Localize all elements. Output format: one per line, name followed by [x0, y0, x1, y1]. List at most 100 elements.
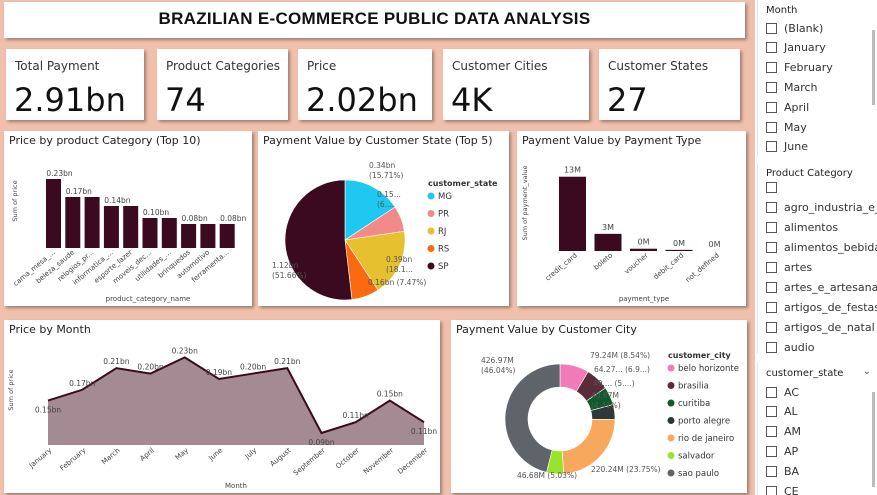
month-option[interactable]: June — [766, 139, 808, 155]
kpi-value: 74 — [165, 81, 206, 119]
checkbox[interactable] — [766, 386, 777, 398]
state-option[interactable]: AP — [766, 443, 798, 459]
category-option[interactable]: audio — [766, 339, 814, 355]
checkbox[interactable] — [766, 281, 777, 293]
checkbox[interactable] — [766, 201, 777, 213]
bar — [594, 233, 622, 251]
data-label: 0M — [673, 239, 685, 248]
tick-label: December — [396, 446, 429, 476]
tick-label: February — [59, 446, 88, 472]
category-option[interactable]: artes_e_artesanato — [766, 279, 877, 295]
checkbox[interactable] — [766, 22, 777, 34]
kpi-label: Price — [307, 59, 337, 73]
checkbox[interactable] — [766, 341, 777, 353]
state-option[interactable]: AL — [766, 404, 798, 420]
chart-price-by-month[interactable]: Price by Month 0.15bn January 0.17bn Februa… — [4, 320, 440, 493]
area-chart-svg: 0.15bn January 0.17bn February 0.21bn March 0.… — [7, 346, 437, 490]
category-option[interactable] — [766, 179, 784, 195]
category-option[interactable]: agro_industria_e_... — [766, 199, 877, 215]
slicer-scrollbar[interactable] — [872, 392, 875, 487]
chart-payment-by-city[interactable]: Payment Value by Customer City 79.24M (8… — [451, 320, 747, 493]
data-label: 0.11bn — [411, 427, 437, 436]
data-label: 1.12bn — [272, 261, 298, 270]
state-option[interactable]: CE — [766, 483, 799, 495]
slicer-item-label: AL — [784, 405, 798, 419]
category-option[interactable]: artigos_de_festas — [766, 299, 877, 315]
bar — [84, 197, 100, 248]
legend-marker — [427, 227, 435, 235]
data-label: (18.1... — [386, 265, 413, 274]
checkbox[interactable] — [766, 485, 777, 495]
checkbox[interactable] — [766, 62, 777, 74]
data-label: 0.08bn — [181, 214, 207, 223]
category-option[interactable]: artes — [766, 259, 812, 275]
checkbox[interactable] — [766, 141, 777, 153]
chart-payment-by-type[interactable]: Payment Value by Payment Type 13M credit_… — [517, 131, 746, 306]
legend-label: rio de janeiro — [678, 434, 734, 444]
checkbox[interactable] — [766, 42, 777, 54]
kpi-customer-states[interactable]: Customer States 27 — [599, 49, 740, 120]
chart-payment-by-state[interactable]: Payment Value by Customer State (Top 5) … — [258, 131, 509, 306]
month-slicer[interactable]: Month (Blank) January February March April Ma… — [757, 0, 877, 157]
slicer-item-label: April — [784, 100, 810, 114]
data-label: 0.15... — [377, 190, 401, 199]
data-label: 0.10bn — [143, 208, 169, 217]
data-label: 0.21bn — [103, 357, 129, 366]
month-option[interactable]: January — [766, 40, 826, 56]
month-option[interactable]: (Blank) — [766, 20, 823, 36]
data-label: 40.87M — [591, 391, 619, 400]
checkbox[interactable] — [766, 261, 777, 273]
report-canvas: BRAZILIAN E-COMMERCE PUBLIC DATA ANALYSI… — [0, 0, 755, 495]
checkbox[interactable] — [766, 241, 777, 253]
state-option[interactable]: AC — [766, 384, 799, 400]
checkbox[interactable] — [766, 406, 777, 418]
checkbox[interactable] — [766, 465, 777, 477]
slicer-item-label: artes — [784, 260, 813, 274]
month-option[interactable]: April — [766, 99, 809, 115]
bar — [665, 249, 693, 251]
slicer-item-label: February — [784, 61, 833, 75]
state-slicer[interactable]: customer_state ⌄ AC AL AM AP BA CE — [757, 362, 877, 495]
checkbox[interactable] — [766, 121, 777, 133]
chart-price-by-category[interactable]: Price by product Category (Top 10) 0.23b… — [4, 131, 252, 306]
slicer-item-label: January — [784, 41, 826, 55]
checkbox[interactable] — [766, 445, 777, 457]
tick-label: April — [138, 446, 155, 462]
pie-chart-svg: 0.34bn(15.71%) 0.15...(6.... 0.39bn(18.1..… — [272, 161, 498, 301]
checkbox[interactable] — [766, 81, 777, 93]
checkbox[interactable] — [766, 301, 777, 313]
legend-label: salvador — [678, 452, 715, 462]
month-option[interactable]: May — [766, 119, 807, 135]
state-option[interactable]: AM — [766, 424, 801, 440]
month-option[interactable]: February — [766, 60, 833, 76]
slicer-item-label: alimentos — [784, 220, 839, 234]
checkbox[interactable] — [766, 221, 777, 233]
kpi-total-payment[interactable]: Total Payment 2.91bn — [6, 49, 144, 120]
checkbox[interactable] — [766, 181, 777, 193]
slicer-item-label: June — [784, 140, 808, 154]
data-label: (15.71%) — [369, 171, 404, 180]
category-slicer[interactable]: Product Category agro_industria_e_...ali… — [757, 163, 877, 355]
state-option[interactable]: BA — [766, 463, 799, 479]
data-label: 426.97M — [481, 356, 514, 365]
category-option[interactable]: alimentos — [766, 219, 838, 235]
checkbox[interactable] — [766, 426, 777, 438]
kpi-customer-cities[interactable]: Customer Cities 4K — [443, 49, 589, 120]
data-label: 0.17bn — [69, 379, 95, 388]
legend-label: SP — [438, 262, 449, 272]
data-label: 0.20bn — [240, 363, 266, 372]
kpi-price[interactable]: Price 2.02bn — [298, 49, 432, 120]
area-fill — [48, 357, 424, 445]
checkbox[interactable] — [766, 321, 777, 333]
x-axis-label: payment_type — [619, 295, 669, 303]
kpi-product-categories[interactable]: Product Categories 74 — [157, 49, 288, 120]
checkbox[interactable] — [766, 101, 777, 113]
legend-marker — [427, 192, 435, 200]
category-option[interactable]: artigos_de_natal — [766, 319, 875, 335]
data-label: 220.24M (23.75%) — [591, 465, 661, 474]
slicer-scrollbar[interactable] — [872, 30, 875, 105]
chevron-down-icon[interactable]: ⌄ — [863, 366, 871, 377]
kpi-label: Total Payment — [15, 59, 100, 73]
category-option[interactable]: alimentos_bebidas — [766, 239, 877, 255]
month-option[interactable]: March — [766, 79, 818, 95]
